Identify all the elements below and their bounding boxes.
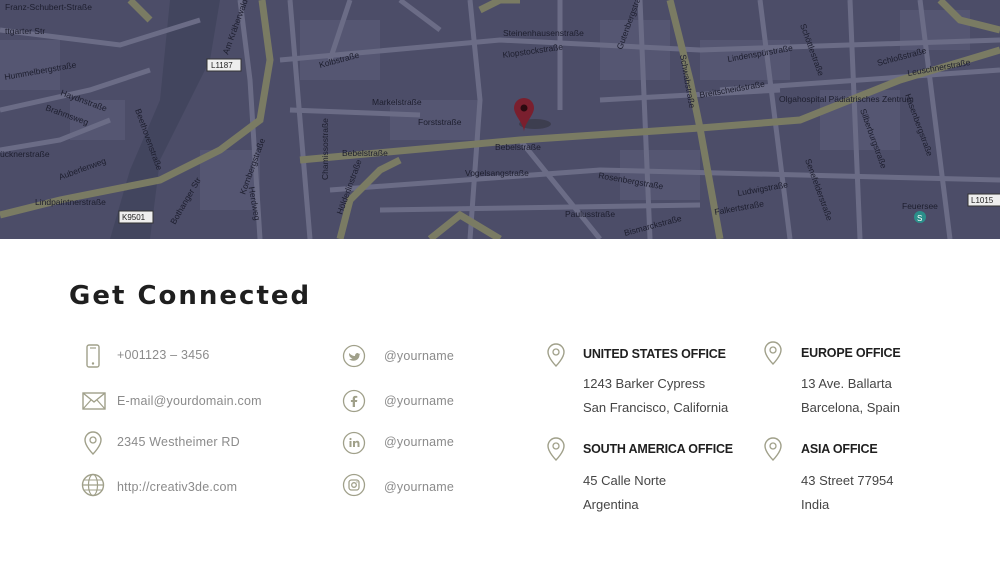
- linkedin-icon[interactable]: [341, 430, 367, 456]
- mail-icon: [81, 388, 107, 414]
- map-label: Bebelstraße: [342, 148, 388, 158]
- location-icon: [543, 342, 569, 368]
- website-link[interactable]: http://creativ3de.com: [117, 480, 237, 494]
- map-graphic: L1187 K9501 L1015 Franz-Schubert-Straße …: [0, 0, 1000, 239]
- instagram-handle[interactable]: @yourname: [384, 480, 454, 494]
- map-label: Franz-Schubert-Straße: [5, 2, 92, 12]
- location-icon: [80, 430, 106, 456]
- map-label: Bebelstraße: [495, 142, 541, 152]
- office-line-2: Barcelona, Spain: [801, 400, 901, 415]
- location-icon: [760, 436, 786, 462]
- facebook-handle[interactable]: @yourname: [384, 394, 454, 408]
- office-title-us: UNITED STATES OFFICE: [583, 347, 726, 361]
- map-label: Lindpaintnerstraße: [35, 197, 106, 207]
- svg-text:S: S: [917, 214, 922, 223]
- office-line-2: India: [801, 497, 830, 512]
- office-title-south-america: SOUTH AMERICA OFFICE: [583, 442, 733, 456]
- map-label: ücknerstraße: [0, 149, 50, 159]
- office-line-2: San Francisco, California: [583, 400, 729, 415]
- map-label: Forststraße: [418, 117, 462, 127]
- road-shield-l1015: L1015: [971, 196, 994, 205]
- phone-text[interactable]: +001123 – 3456: [117, 348, 210, 362]
- globe-icon: [80, 472, 106, 498]
- twitter-icon[interactable]: [341, 343, 367, 369]
- office-line-2: Argentina: [583, 497, 639, 512]
- office-title-europe: EUROPE OFFICE: [801, 346, 901, 360]
- phone-icon: [80, 343, 106, 369]
- location-icon: [760, 340, 786, 366]
- office-line-1: 45 Calle Norte: [583, 473, 667, 488]
- road-shield-l1187: L1187: [211, 61, 233, 70]
- map-label: Paulusstraße: [565, 209, 615, 219]
- map-image[interactable]: L1187 K9501 L1015 Franz-Schubert-Straße …: [0, 0, 1000, 239]
- map-label: Chamissostraße: [320, 118, 330, 180]
- address-text: 2345 Westheimer RD: [117, 435, 240, 449]
- page-title: Get Connected: [69, 281, 312, 311]
- map-label: ttgarter Str: [5, 26, 45, 36]
- twitter-handle[interactable]: @yourname: [384, 349, 454, 363]
- map-label: Steinenhausenstraße: [503, 28, 584, 38]
- location-icon: [543, 436, 569, 462]
- office-line-1: 1243 Barker Cypress: [583, 376, 706, 391]
- facebook-icon[interactable]: [341, 388, 367, 414]
- map-label: Markelstraße: [372, 97, 422, 107]
- email-text[interactable]: E-mail@yourdomain.com: [117, 394, 262, 408]
- linkedin-handle[interactable]: @yourname: [384, 435, 454, 449]
- map-label: Feuersee: [902, 201, 938, 211]
- office-title-asia: ASIA OFFICE: [801, 442, 878, 456]
- map-label: Olgahospital Pädiatrisches Zentrum: [779, 94, 914, 104]
- office-line-1: 13 Ave. Ballarta: [801, 376, 892, 391]
- instagram-icon[interactable]: [341, 472, 367, 498]
- map-label: Vogelsangstraße: [465, 168, 529, 178]
- office-line-1: 43 Street 77954: [801, 473, 894, 488]
- road-shield-k9501: K9501: [122, 213, 146, 222]
